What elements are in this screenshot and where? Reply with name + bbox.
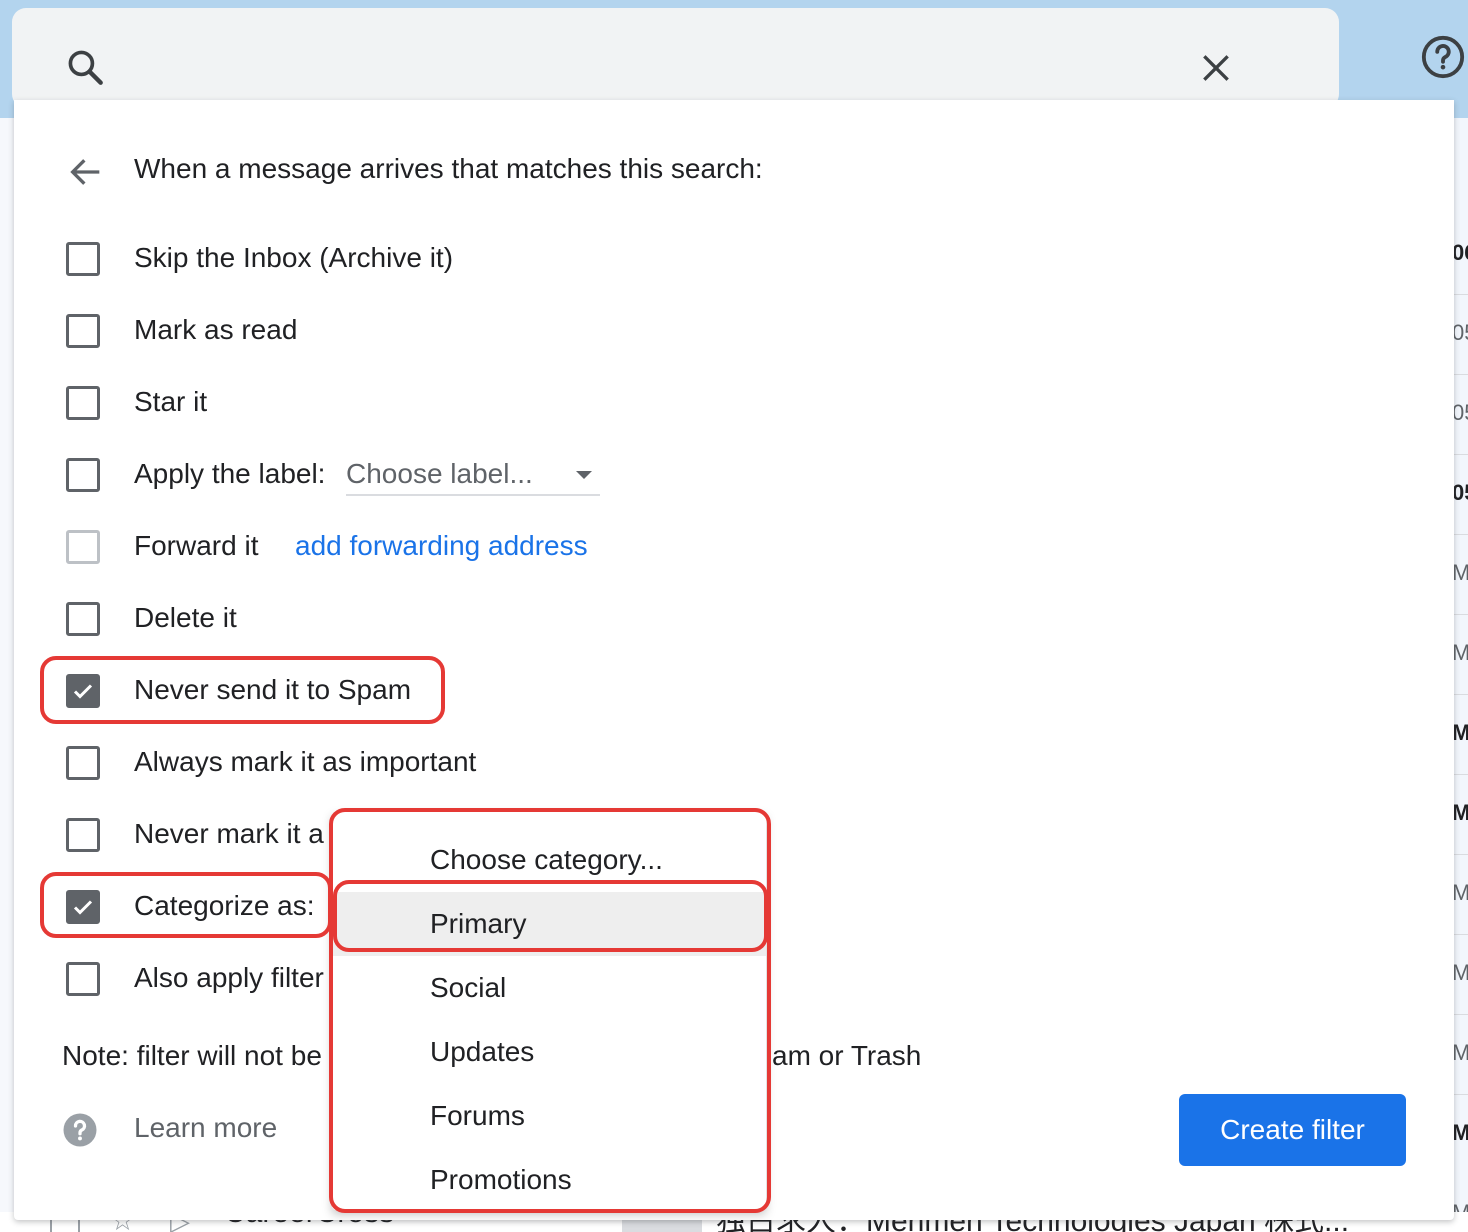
search-box[interactable] xyxy=(12,8,1339,108)
action-label: Apply the label: xyxy=(134,458,326,489)
highlight-ring xyxy=(329,808,771,1213)
checkbox[interactable] xyxy=(66,386,100,420)
background-row-date: Ma xyxy=(1452,560,1468,585)
action-label: Star it xyxy=(134,386,208,417)
help-circle-icon[interactable] xyxy=(62,1112,98,1148)
checkbox[interactable] xyxy=(66,602,100,636)
add-forwarding-address-link[interactable]: add forwarding address xyxy=(295,526,588,566)
background-row-date: Ma xyxy=(1452,1120,1468,1145)
background-row-divider xyxy=(1454,534,1468,535)
background-row-date: Ma xyxy=(1452,960,1468,985)
help-icon[interactable] xyxy=(1420,34,1466,80)
background-row-divider xyxy=(1454,454,1468,455)
highlight-ring xyxy=(40,872,332,938)
background-row-divider xyxy=(1454,1094,1468,1095)
background-row-divider xyxy=(1454,374,1468,375)
background-row-date: Ma xyxy=(1452,880,1468,905)
action-label: Never mark it a xyxy=(134,818,324,849)
background-row-divider xyxy=(1454,294,1468,295)
action-label: Also apply filter xyxy=(134,962,324,993)
action-label: Skip the Inbox (Archive it) xyxy=(134,242,454,273)
choose-label-select[interactable]: Choose label... xyxy=(346,454,600,496)
action-label: Delete it xyxy=(134,602,237,633)
background-row-date: Ma xyxy=(1452,640,1468,665)
background-row-date: Ma xyxy=(1452,720,1468,745)
background-row-divider xyxy=(1454,694,1468,695)
close-icon[interactable] xyxy=(1196,48,1236,88)
background-row-divider xyxy=(1454,614,1468,615)
learn-more-link[interactable]: Learn more xyxy=(134,1112,277,1144)
background-row-divider xyxy=(1454,774,1468,775)
background-row-date: 06 xyxy=(1452,240,1468,265)
checkbox[interactable] xyxy=(66,962,100,996)
highlight-ring xyxy=(40,656,445,724)
background-row-date: 05 xyxy=(1452,480,1468,505)
checkbox[interactable] xyxy=(66,314,100,348)
background-row-divider xyxy=(1454,854,1468,855)
dropdown-arrow-icon xyxy=(576,471,592,479)
create-filter-button[interactable]: Create filter xyxy=(1179,1094,1406,1166)
checkbox[interactable] xyxy=(66,746,100,780)
background-row-divider xyxy=(1454,1014,1468,1015)
checkbox[interactable] xyxy=(66,458,100,492)
action-label: Forward it xyxy=(134,530,259,561)
background-row-date: Ma xyxy=(1452,800,1468,825)
checkbox[interactable] xyxy=(66,242,100,276)
search-icon[interactable] xyxy=(64,46,108,90)
checkbox[interactable] xyxy=(66,818,100,852)
background-row-date: 05 xyxy=(1452,320,1468,345)
background-row-date: Ma xyxy=(1452,1040,1468,1065)
filter-note: Note: filter will not be xyxy=(62,1040,322,1071)
background-row-divider xyxy=(1454,934,1468,935)
select-value: Choose label... xyxy=(346,458,533,489)
back-arrow-icon[interactable] xyxy=(66,152,106,192)
panel-heading: When a message arrives that matches this… xyxy=(134,153,763,184)
highlight-ring xyxy=(333,880,768,952)
filter-note-tail: am or Trash xyxy=(772,1040,922,1071)
background-row-date: 05 xyxy=(1452,400,1468,425)
action-label: Mark as read xyxy=(134,314,298,345)
checkbox[interactable] xyxy=(66,530,100,564)
action-label: Always mark it as important xyxy=(134,746,477,777)
